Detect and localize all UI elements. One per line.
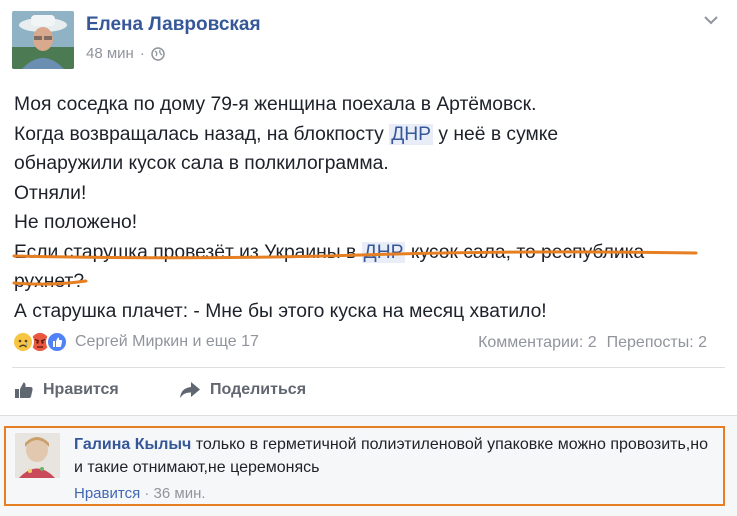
share-button-label: Поделиться [210, 381, 307, 398]
reaction-names[interactable]: Сергей Миркин и еще 17 [75, 333, 259, 351]
post-line-3: обнаружили кусок сала в полкилограмма. [14, 153, 389, 174]
divider [12, 367, 725, 368]
post-line-8: А старушка плачет: - Мне бы этого куска … [14, 300, 547, 322]
meta-separator: · [139, 45, 145, 62]
post-line-4: Отняли! [14, 182, 87, 204]
author-name[interactable]: Елена Лавровская [86, 14, 261, 36]
author-avatar[interactable] [12, 11, 74, 69]
globe-icon[interactable] [151, 46, 165, 61]
post-time[interactable]: 48 мин [86, 45, 134, 62]
share-arrow-icon [180, 382, 200, 398]
comments-count[interactable]: Комментарии: 2 [478, 334, 597, 352]
thumbs-up-icon [15, 382, 33, 398]
share-button[interactable]: Поделиться [179, 380, 306, 400]
like-button[interactable]: Нравится [14, 380, 119, 400]
post-line-2: Когда возвращалась назад, на блокпосту Д… [14, 123, 559, 145]
post-line-7: рухнет? [14, 271, 85, 292]
post-counts: Комментарии: 2 Перепосты: 2 [478, 334, 707, 352]
chevron-down-icon[interactable] [703, 14, 719, 26]
like-reaction-icon [46, 331, 68, 353]
like-button-label: Нравится [43, 381, 119, 398]
post-card: Елена Лавровская 48 мин · Моя соседка по… [0, 0, 737, 516]
hashtag-link[interactable]: ДНР [361, 241, 406, 263]
post-line-6: Если старушка провезёт из Украины в ДНР … [14, 241, 645, 263]
post-line-5: Не положено! [14, 212, 138, 233]
post-line-1: Моя соседка по дому 79-я женщина поехала… [14, 94, 537, 115]
post-meta: 48 мин · [86, 45, 165, 62]
post-text: Моя соседка по дому 79-я женщина поехала… [14, 90, 724, 326]
orange-comment-highlight-box [4, 426, 725, 506]
sad-reaction-icon [12, 331, 34, 353]
shares-count[interactable]: Перепосты: 2 [607, 334, 707, 352]
reactions-row[interactable]: Сергей Миркин и еще 17 [12, 331, 259, 353]
hashtag-link[interactable]: ДНР [389, 123, 434, 145]
